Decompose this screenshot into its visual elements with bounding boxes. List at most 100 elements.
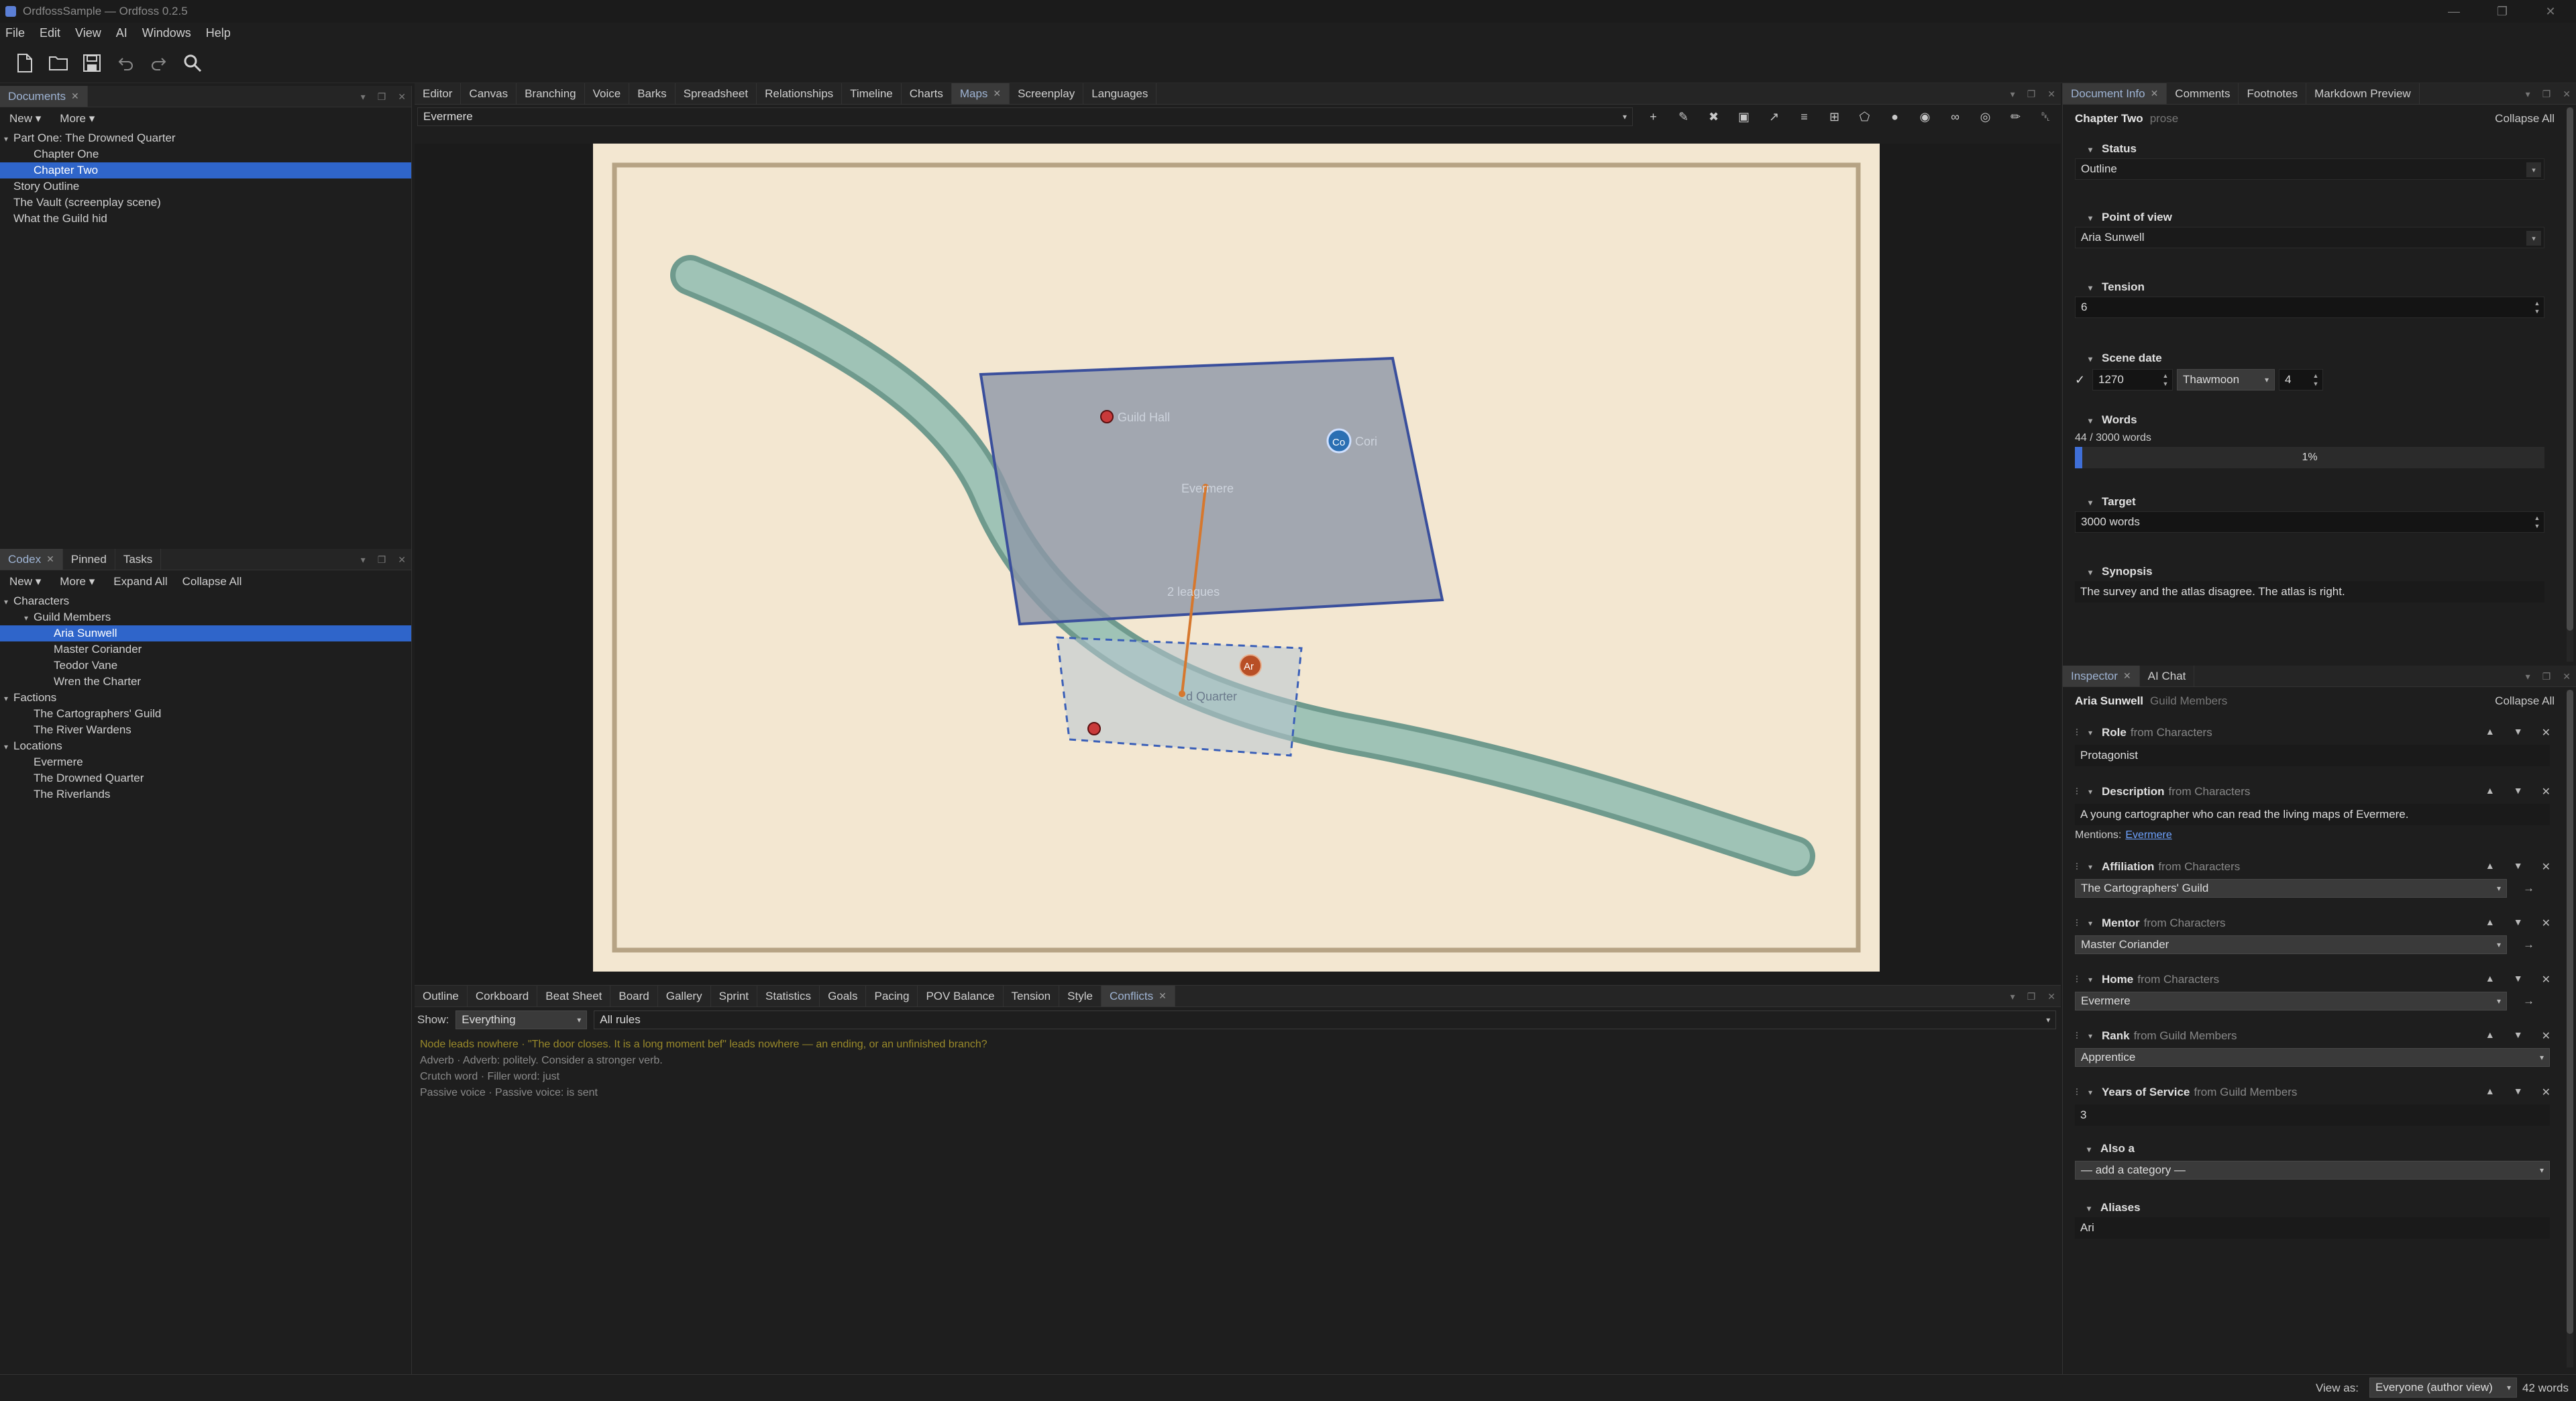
- scene-day-spinbox[interactable]: 4 ▲ ▼: [2279, 369, 2323, 391]
- mentor-dropdown[interactable]: Master Coriander ▾: [2075, 935, 2507, 954]
- panel-close-icon[interactable]: ✕: [398, 554, 406, 566]
- target-spinbox[interactable]: 3000 words ▲ ▼: [2075, 511, 2544, 533]
- float-icon[interactable]: ❐: [2542, 89, 2551, 100]
- map-canvas[interactable]: Guild Hall Evermere 2 leagues Co Cori Ar…: [593, 144, 1880, 972]
- codex-new-button[interactable]: New ▾: [9, 575, 41, 588]
- tension-section[interactable]: ▾ Tension: [2075, 278, 2563, 297]
- chevron-down-icon[interactable]: ▾: [2088, 975, 2098, 984]
- menu-windows[interactable]: Windows: [142, 26, 191, 40]
- panel-close-icon[interactable]: ✕: [2563, 89, 2571, 100]
- add-category-dropdown[interactable]: — add a category — ▾: [2075, 1161, 2550, 1180]
- panel-close-icon[interactable]: ✕: [398, 91, 406, 103]
- tab-board[interactable]: Board: [610, 986, 658, 1006]
- go-to-entry-icon[interactable]: →: [2523, 994, 2534, 1008]
- move-up-icon[interactable]: ▲: [2485, 860, 2495, 874]
- move-down-icon[interactable]: ▼: [2514, 917, 2523, 930]
- panel-menu-icon[interactable]: ▾: [2526, 89, 2530, 100]
- delete-icon[interactable]: ✖: [1699, 105, 1729, 129]
- tab-screenplay[interactable]: Screenplay: [1010, 83, 1084, 104]
- tree-item[interactable]: ▾ Guild Members: [0, 609, 411, 625]
- panel-menu-icon[interactable]: ▾: [361, 554, 366, 566]
- maximize-icon[interactable]: ❐: [2482, 0, 2522, 23]
- tab-maps[interactable]: Maps ✕: [951, 83, 1010, 104]
- chevron-down-icon[interactable]: ▾: [2088, 919, 2098, 928]
- tree-item[interactable]: Teodor Vane: [0, 658, 411, 674]
- move-up-icon[interactable]: ▲: [2485, 917, 2495, 930]
- tab-conflicts[interactable]: Conflicts ✕: [1101, 986, 1175, 1006]
- tab-tasks[interactable]: Tasks: [115, 549, 162, 570]
- drowned-quarter-region[interactable]: [1056, 636, 1303, 757]
- add-icon[interactable]: +: [1638, 105, 1668, 129]
- view-as-dropdown[interactable]: Everyone (author view) ▾: [2369, 1378, 2517, 1398]
- close-window-icon[interactable]: ✕: [2530, 0, 2571, 23]
- chevron-down-icon[interactable]: ▾: [2088, 787, 2098, 796]
- polygon-icon[interactable]: ⬠: [1849, 105, 1880, 129]
- move-down-icon[interactable]: ▼: [2514, 1086, 2523, 1099]
- chevron-down-icon[interactable]: ▾: [4, 594, 13, 610]
- new-document-icon[interactable]: [8, 46, 42, 80]
- more-button[interactable]: More ▾: [60, 112, 95, 125]
- tab-statistics[interactable]: Statistics: [757, 986, 820, 1006]
- drag-handle-icon[interactable]: ⠇: [2071, 918, 2086, 929]
- tab-gallery[interactable]: Gallery: [658, 986, 711, 1006]
- spinner-arrows-icon[interactable]: ▲ ▼: [2532, 513, 2542, 531]
- tab-comments[interactable]: Comments: [2167, 83, 2239, 104]
- tree-item[interactable]: The River Wardens: [0, 722, 411, 738]
- chevron-down-icon[interactable]: ▾: [4, 131, 13, 147]
- tab-pov-balance[interactable]: POV Balance: [918, 986, 1004, 1006]
- move-down-icon[interactable]: ▼: [2514, 726, 2523, 739]
- tab-markdown-preview[interactable]: Markdown Preview: [2306, 83, 2420, 104]
- close-tab-icon[interactable]: ✕: [71, 91, 79, 102]
- years-field[interactable]: 3: [2075, 1104, 2550, 1126]
- target-section[interactable]: ▾ Target: [2075, 492, 2563, 511]
- tab-codex[interactable]: Codex ✕: [0, 549, 63, 570]
- guild-hall-pin[interactable]: [1100, 410, 1114, 423]
- rules-filter-dropdown[interactable]: All rules ▾: [594, 1010, 2057, 1029]
- role-field[interactable]: Protagonist: [2075, 745, 2550, 766]
- scene-year-spinbox[interactable]: 1270 ▲ ▼: [2092, 369, 2173, 391]
- tree-item[interactable]: Chapter One: [0, 146, 411, 162]
- move-up-icon[interactable]: ▲: [2485, 973, 2495, 986]
- chevron-down-icon[interactable]: ▾: [2088, 1088, 2098, 1097]
- panel-close-icon[interactable]: ✕: [2563, 671, 2571, 682]
- save-icon[interactable]: [75, 46, 109, 80]
- menu-view[interactable]: View: [75, 26, 101, 40]
- minimize-icon[interactable]: —: [2434, 0, 2474, 23]
- trash-icon[interactable]: ␡: [2031, 105, 2061, 129]
- drag-handle-icon[interactable]: ⠇: [2071, 1031, 2086, 1042]
- float-icon[interactable]: ❐: [378, 91, 386, 103]
- tab-spreadsheet[interactable]: Spreadsheet: [676, 83, 757, 104]
- panel-close-icon[interactable]: ✕: [2047, 89, 2055, 100]
- chevron-down-icon[interactable]: ▾: [4, 739, 13, 755]
- layers-icon[interactable]: ≡: [1789, 105, 1819, 129]
- tree-item[interactable]: The Drowned Quarter: [0, 770, 411, 786]
- chevron-down-icon[interactable]: ▾: [2088, 862, 2098, 872]
- description-field[interactable]: A young cartographer who can read the li…: [2075, 804, 2550, 825]
- spinner-arrows-icon[interactable]: ▲ ▼: [2532, 299, 2542, 316]
- collapse-all-button[interactable]: Collapse All: [2495, 694, 2555, 708]
- tab-goals[interactable]: Goals: [820, 986, 867, 1006]
- tab-pinned[interactable]: Pinned: [63, 549, 115, 570]
- go-to-entry-icon[interactable]: →: [2523, 938, 2534, 951]
- tab-footnotes[interactable]: Footnotes: [2239, 83, 2307, 104]
- tree-item[interactable]: Evermere: [0, 754, 411, 770]
- new-document-button[interactable]: New ▾: [9, 112, 41, 125]
- redo-icon[interactable]: [142, 46, 176, 80]
- pov-dropdown[interactable]: Aria Sunwell ▾: [2075, 227, 2544, 248]
- pin-icon[interactable]: ●: [1880, 105, 1910, 129]
- remove-field-icon[interactable]: ✕: [2542, 860, 2551, 874]
- search-icon[interactable]: [176, 46, 209, 80]
- collapse-all-button[interactable]: Collapse All: [2495, 112, 2555, 125]
- drag-handle-icon[interactable]: ⠇: [2071, 1087, 2086, 1098]
- close-tab-icon[interactable]: ✕: [46, 554, 54, 565]
- tree-item[interactable]: ▾ Characters: [0, 593, 411, 609]
- scrollbar[interactable]: [2567, 107, 2573, 662]
- home-dropdown[interactable]: Evermere ▾: [2075, 992, 2507, 1010]
- move-up-icon[interactable]: ▲: [2485, 726, 2495, 739]
- grid-icon[interactable]: ⊞: [1819, 105, 1849, 129]
- tab-ai-chat[interactable]: AI Chat: [2140, 666, 2195, 686]
- status-dropdown[interactable]: Outline ▾: [2075, 158, 2544, 180]
- float-icon[interactable]: ❐: [378, 554, 386, 566]
- scrollbar[interactable]: [2567, 690, 2573, 1367]
- float-icon[interactable]: ❐: [2027, 89, 2036, 100]
